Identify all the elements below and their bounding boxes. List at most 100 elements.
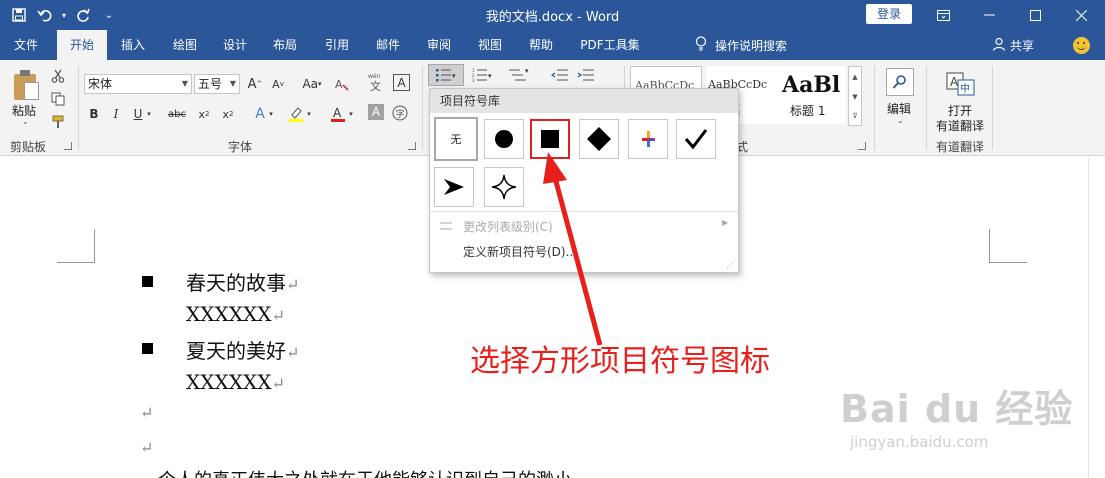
change-case-icon[interactable]: Aa ▾ <box>298 74 326 94</box>
tab-pdf-tools[interactable]: PDF工具集 <box>572 30 648 60</box>
shrink-font-icon[interactable]: Av <box>268 74 288 94</box>
editing-dropdown-icon[interactable]: ⌄ <box>897 116 904 125</box>
tab-file[interactable]: 文件 <box>0 30 52 60</box>
character-border-icon[interactable]: A <box>393 74 410 91</box>
svg-text:字: 字 <box>396 108 405 120</box>
copy-icon[interactable] <box>48 89 68 109</box>
font-color-dropdown-icon[interactable]: ▾ <box>346 104 356 124</box>
text-effects-dropdown-icon[interactable]: ▾ <box>266 104 276 124</box>
tab-design[interactable]: 设计 <box>212 30 258 60</box>
tab-review[interactable]: 审阅 <box>416 30 462 60</box>
styles-up-icon[interactable]: ▲ <box>849 67 861 87</box>
styles-scroll[interactable]: ▲ ▼ ⊽ <box>848 66 862 126</box>
login-button[interactable]: 登录 <box>866 4 912 24</box>
clipboard-group-label: 剪贴板 <box>10 140 47 154</box>
font-size-combo[interactable]: 五号 ▼ <box>194 74 240 94</box>
font-launcher-icon[interactable] <box>408 142 416 150</box>
phonetic-guide-icon[interactable]: wén 文 <box>366 72 386 92</box>
square-bullet <box>142 343 153 354</box>
doc-line-2[interactable]: XXXXXX↵ <box>186 302 285 326</box>
bold-icon[interactable]: B <box>84 104 104 124</box>
undo-icon[interactable] <box>32 2 58 28</box>
tab-layout[interactable]: 布局 <box>262 30 308 60</box>
four-point-star-icon <box>491 174 517 200</box>
enclose-characters-icon[interactable]: 字 <box>390 103 410 123</box>
style-heading1-tile[interactable]: AaBl 标题 1 <box>778 66 846 124</box>
grow-font-icon[interactable]: A ^ <box>245 74 265 94</box>
bullet-none-option[interactable]: 无 <box>434 117 478 161</box>
lightbulb-icon <box>695 36 707 54</box>
doc-line-4[interactable]: XXXXXX↵ <box>186 370 285 394</box>
styles-more-icon[interactable]: ⊽ <box>849 107 861 125</box>
paste-dropdown-icon[interactable]: ⌄ <box>22 117 29 126</box>
bullet-star-option[interactable] <box>484 167 524 207</box>
filled-circle-icon <box>495 130 513 148</box>
font-name-combo[interactable]: 宋体 ▼ <box>84 74 192 94</box>
doc-line-1[interactable]: 春天的故事↵ <box>186 267 299 296</box>
undo-dropdown-icon[interactable]: ▾ <box>58 2 70 28</box>
share-button[interactable]: 共享 <box>992 30 1034 60</box>
ribbon-tabs: 文件 开始 插入 绘图 设计 布局 引用 邮件 审阅 视图 帮助 PDF工具集 … <box>0 30 1105 61</box>
change-level-icon <box>438 220 454 234</box>
annotation-arrow <box>543 152 603 346</box>
underline-dropdown-icon[interactable]: ▾ <box>144 104 154 124</box>
redo-icon[interactable] <box>70 2 96 28</box>
editing-label[interactable]: 编辑 <box>887 100 911 117</box>
doc-line-7[interactable]: 一个人的真正伟大之处就在于他能够认识到自己的渺小。 <box>140 466 590 478</box>
watermark: Bai du 经验 jingyan.baidu.com <box>840 378 1073 451</box>
font-size-dropdown-icon[interactable]: ▼ <box>230 75 236 93</box>
format-painter-icon[interactable] <box>48 112 68 132</box>
strikethrough-icon[interactable]: abc <box>164 104 190 124</box>
bullet-arrowhead-option[interactable] <box>434 167 474 207</box>
clipboard-launcher-icon[interactable] <box>64 142 72 150</box>
bullet-circle-option[interactable] <box>484 119 524 159</box>
numbering-icon[interactable]: 1 2 3 ▾ <box>468 64 498 86</box>
customize-toolbar-icon[interactable]: ⌄ <box>96 2 122 28</box>
tab-mailings[interactable]: 邮件 <box>365 30 411 60</box>
svg-text:3: 3 <box>472 78 475 82</box>
vertical-scrollbar[interactable] <box>1088 157 1105 478</box>
translate-icon[interactable]: A中 <box>946 72 976 99</box>
styles-launcher-icon[interactable] <box>858 142 866 150</box>
cut-icon[interactable] <box>48 66 68 86</box>
italic-icon[interactable]: I <box>106 104 126 124</box>
superscript-icon[interactable]: x2 <box>218 104 238 124</box>
tab-home[interactable]: 开始 <box>57 30 107 61</box>
tab-help[interactable]: 帮助 <box>518 30 564 60</box>
search-icon[interactable] <box>886 68 914 96</box>
bullets-button[interactable]: ▾ <box>428 64 464 86</box>
resize-grip-icon[interactable]: ⋰ <box>726 261 734 270</box>
tab-view[interactable]: 视图 <box>467 30 513 60</box>
multilevel-list-icon[interactable]: ▾ <box>504 64 534 86</box>
subscript-icon[interactable]: x2 <box>194 104 214 124</box>
doc-line-3[interactable]: 夏天的美好↵ <box>186 335 299 364</box>
bullet-colorful-option[interactable] <box>628 119 668 159</box>
font-name-dropdown-icon[interactable]: ▼ <box>182 75 188 93</box>
watermark-brand: Bai du 经验 <box>840 387 1074 431</box>
font-color-icon[interactable]: A <box>328 104 348 124</box>
increase-indent-icon[interactable] <box>574 64 598 86</box>
character-shading-icon[interactable]: A <box>368 104 384 120</box>
maximize-icon[interactable] <box>1012 0 1058 30</box>
youdao-group-label: 有道翻译 <box>936 140 985 154</box>
translate-label-line2[interactable]: 有道翻译 <box>936 117 984 134</box>
highlight-icon[interactable] <box>286 104 306 124</box>
ribbon-display-icon[interactable] <box>920 0 966 30</box>
tell-me-search[interactable]: 操作说明搜索 <box>695 30 787 60</box>
highlight-dropdown-icon[interactable]: ▾ <box>304 104 314 124</box>
close-icon[interactable] <box>1058 0 1104 30</box>
bullet-checkmark-option[interactable] <box>676 119 716 159</box>
arrowhead-icon <box>444 179 464 195</box>
clear-format-icon[interactable]: A <box>332 74 352 94</box>
tab-references[interactable]: 引用 <box>314 30 360 60</box>
tab-insert[interactable]: 插入 <box>110 30 156 60</box>
feedback-smiley-icon[interactable] <box>1073 37 1090 54</box>
decrease-indent-icon[interactable] <box>548 64 572 86</box>
save-icon[interactable] <box>6 2 32 28</box>
paste-icon[interactable] <box>14 70 40 102</box>
minimize-icon[interactable] <box>966 0 1012 30</box>
tab-draw[interactable]: 绘图 <box>162 30 208 60</box>
svg-text:A: A <box>333 106 342 120</box>
person-icon <box>992 37 1006 54</box>
styles-down-icon[interactable]: ▼ <box>849 87 861 107</box>
